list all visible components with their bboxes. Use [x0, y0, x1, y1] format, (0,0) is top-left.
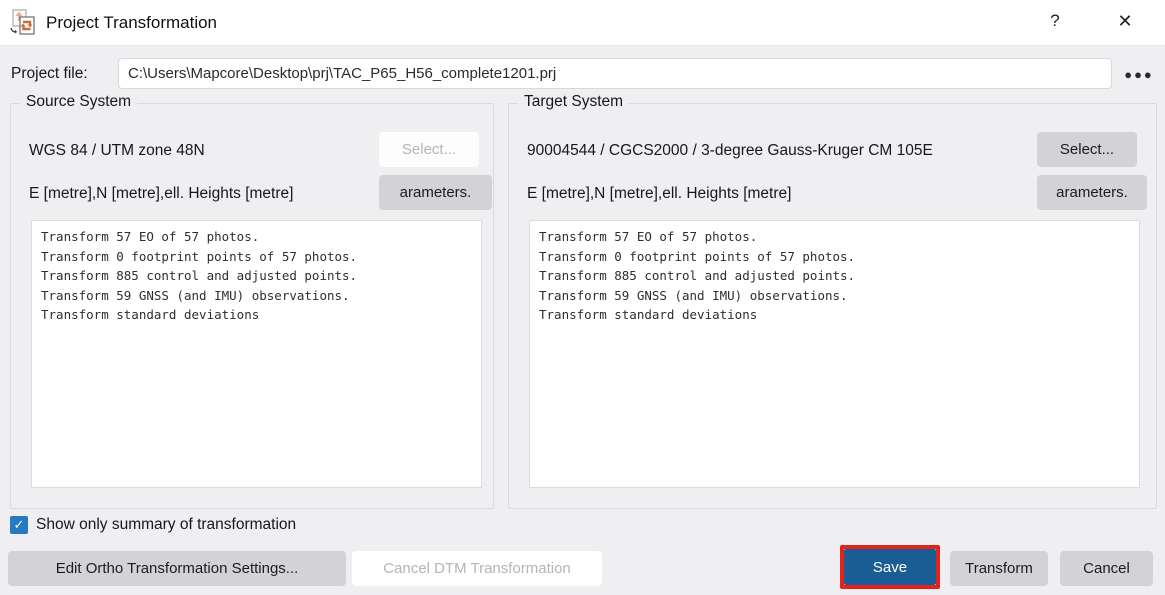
- source-system-group: Source System WGS 84 / UTM zone 48N Sele…: [10, 93, 494, 509]
- browse-ellipsis-button[interactable]: ●●●: [1120, 62, 1158, 86]
- title-bar: Project Transformation ? ✕: [0, 0, 1165, 46]
- target-units-label: E [metre],N [metre],ell. Heights [metre]: [527, 185, 792, 202]
- target-parameters-button[interactable]: arameters.: [1037, 175, 1147, 210]
- source-parameters-button[interactable]: arameters.: [379, 175, 492, 210]
- target-crs-name: 90004544 / CGCS2000 / 3-degree Gauss-Kru…: [527, 142, 933, 159]
- transform-button[interactable]: Transform: [950, 551, 1048, 586]
- source-units-label: E [metre],N [metre],ell. Heights [metre]: [29, 185, 294, 202]
- cancel-dtm-button: Cancel DTM Transformation: [352, 551, 602, 586]
- target-system-group-title: Target System: [518, 93, 630, 111]
- edit-ortho-settings-button[interactable]: Edit Ortho Transformation Settings...: [8, 551, 346, 586]
- show-summary-label: Show only summary of transformation: [36, 516, 297, 533]
- source-system-group-title: Source System: [20, 93, 138, 111]
- target-select-button[interactable]: Select...: [1037, 132, 1137, 167]
- target-system-group: Target System 90004544 / CGCS2000 / 3-de…: [508, 93, 1157, 509]
- close-icon[interactable]: ✕: [1103, 4, 1147, 38]
- show-summary-option: ✓ Show only summary of transformation: [10, 516, 296, 534]
- source-crs-name: WGS 84 / UTM zone 48N: [29, 142, 205, 159]
- help-button[interactable]: ?: [1033, 4, 1077, 38]
- project-file-input[interactable]: [118, 58, 1112, 89]
- save-button[interactable]: Save: [844, 549, 936, 585]
- project-file-label: Project file:: [11, 65, 88, 82]
- cancel-button[interactable]: Cancel: [1060, 551, 1153, 586]
- show-summary-checkbox[interactable]: ✓: [10, 516, 28, 534]
- source-select-button: Select...: [379, 132, 479, 167]
- save-button-highlight: Save: [840, 545, 940, 589]
- source-summary-textarea[interactable]: Transform 57 EO of 57 photos. Transform …: [31, 220, 482, 488]
- target-summary-textarea[interactable]: Transform 57 EO of 57 photos. Transform …: [529, 220, 1140, 488]
- window-title: Project Transformation: [46, 12, 218, 32]
- project-transformation-icon: [10, 9, 35, 35]
